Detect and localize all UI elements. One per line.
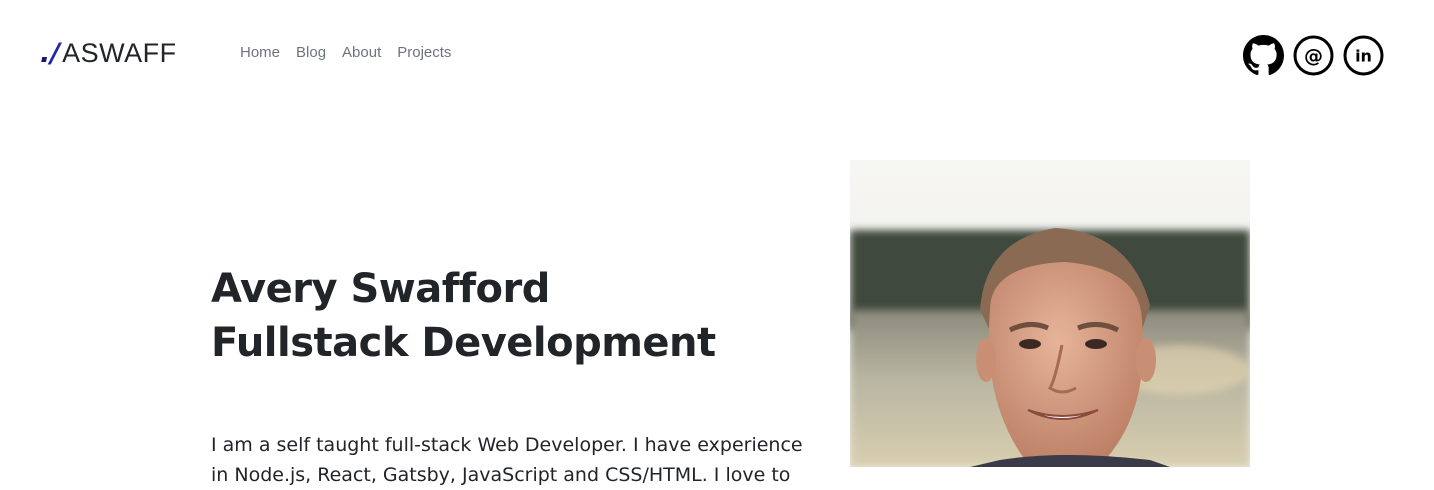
profile-photo: [850, 160, 1250, 467]
nav-blog-link[interactable]: Blog: [296, 44, 326, 61]
logo-dot: .: [40, 38, 51, 69]
linkedin-link[interactable]: in: [1343, 35, 1384, 76]
nav-home-link[interactable]: Home: [240, 44, 280, 61]
nav-projects-link[interactable]: Projects: [397, 44, 451, 61]
main-nav: Home Blog About Projects: [240, 44, 451, 61]
hero-role: Fullstack Development: [211, 320, 716, 366]
linkedin-glyph: in: [1355, 47, 1372, 66]
email-at-icon: @: [1293, 35, 1334, 76]
logo-mark: ./: [40, 40, 62, 67]
social-links: @ in: [1243, 35, 1384, 76]
email-link[interactable]: @: [1293, 35, 1334, 76]
email-at-glyph: @: [1304, 45, 1323, 67]
intro-paragraph: I am a self taught full-stack Web Develo…: [211, 434, 803, 486]
linkedin-icon: in: [1343, 35, 1384, 76]
github-icon: [1243, 35, 1284, 75]
site-logo[interactable]: ./ ASWAFF: [40, 38, 177, 68]
hero-name: Avery Swafford: [211, 266, 550, 312]
github-link[interactable]: [1243, 35, 1284, 76]
logo-slash: /: [50, 38, 61, 69]
nav-about-link[interactable]: About: [342, 44, 381, 61]
logo-text: ASWAFF: [62, 38, 177, 68]
hero-title: Avery Swafford Fullstack Development: [211, 262, 716, 370]
